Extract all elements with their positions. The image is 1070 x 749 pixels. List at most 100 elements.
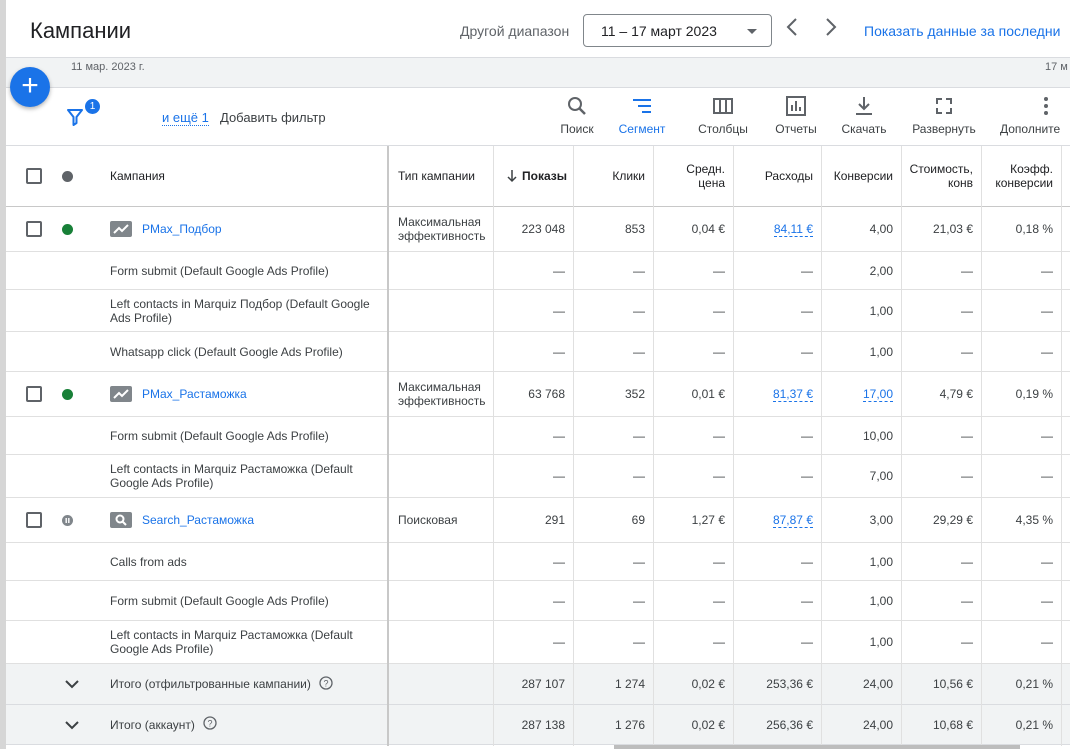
columns-tool-button[interactable]: Столбцы	[690, 96, 756, 136]
chevron-left-icon[interactable]	[777, 14, 807, 44]
expand-chevron-icon[interactable]	[64, 705, 84, 744]
conversion-action-name: Left contacts in Marquiz Подбор (Default…	[110, 290, 380, 331]
fullscreen-icon	[936, 98, 952, 114]
sort-arrow-down-icon	[507, 170, 517, 183]
reports-icon	[786, 96, 806, 116]
col-impressions[interactable]: Показы	[493, 146, 573, 206]
col-campaign[interactable]: Кампания	[110, 146, 380, 206]
total-avg: 0,02 €	[691, 677, 725, 691]
download-tool-button[interactable]: Скачать	[836, 96, 892, 136]
cell-cpc: —	[961, 344, 973, 359]
conversion-action-name: Calls from ads	[110, 543, 380, 580]
total-clicks: 1 276	[614, 717, 645, 732]
search-tool-button[interactable]: Поиск	[552, 96, 602, 136]
row-checkbox[interactable]	[26, 386, 42, 402]
horizontal-scrollbar[interactable]	[614, 745, 1020, 749]
status-column-icon	[62, 170, 73, 182]
date-range-value: 11 – 17 март 2023	[601, 23, 717, 39]
cell-rate: —	[1041, 635, 1053, 649]
timeline-end-date: 17 м	[1045, 61, 1068, 73]
cell-cost[interactable]: 87,87 €	[772, 513, 813, 528]
columns-tool-label: Столбцы	[698, 122, 748, 136]
total-conv: 24,00	[862, 677, 893, 691]
col-conversions[interactable]: Конверсии	[821, 146, 901, 206]
cell-cost: —	[801, 635, 813, 649]
expand-chevron-icon[interactable]	[64, 664, 84, 704]
campaign-name-link[interactable]: Search_Растаможка	[142, 513, 254, 527]
column-divider	[981, 146, 982, 746]
campaign-type-line2: эффективность	[398, 229, 486, 243]
campaign-type-line1: Поисковая	[398, 513, 458, 527]
cell-conv[interactable]: 17,00	[862, 387, 893, 402]
status-paused-icon[interactable]	[62, 514, 73, 526]
cell-cpc: 29,29 €	[932, 513, 973, 527]
help-icon[interactable]: ?	[203, 716, 217, 733]
campaign-name-link[interactable]: PMax_Растаможка	[142, 387, 247, 401]
column-divider	[733, 146, 734, 746]
col-cost-per-conv[interactable]: Стоимость, конв	[901, 146, 981, 206]
create-button[interactable]: +	[10, 67, 50, 107]
date-range-select[interactable]: 11 – 17 март 2023	[583, 14, 772, 47]
cell-clicks: —	[633, 469, 645, 483]
total-avg: 0,02 €	[691, 717, 725, 732]
segment-tool-label: Сегмент	[618, 122, 666, 136]
filter-icon[interactable]	[67, 108, 83, 131]
chevron-right-icon[interactable]	[816, 14, 846, 44]
status-active-icon[interactable]	[62, 388, 73, 400]
cell-avg: —	[713, 554, 725, 569]
segment-tool-button[interactable]: Сегмент	[614, 96, 670, 136]
col-avg-price[interactable]: Средн. цена	[653, 146, 733, 206]
select-all-checkbox[interactable]	[26, 168, 42, 184]
row-checkbox[interactable]	[26, 512, 42, 528]
col-type[interactable]: Тип кампании	[398, 146, 498, 206]
cell-avg: —	[713, 263, 725, 278]
reports-tool-button[interactable]: Отчеты	[766, 96, 826, 136]
conversion-action-line1: Left contacts in Marquiz Растаможка (Def…	[110, 628, 353, 642]
conversion-row: Calls from ads — — — — 1,00 — —	[6, 543, 1070, 581]
cell-impr: —	[553, 554, 565, 569]
help-icon[interactable]: ?	[319, 675, 333, 693]
conversion-action-name: Form submit (Default Google Ads Profile)	[110, 417, 380, 454]
cell-avg: 0,01 €	[691, 387, 725, 401]
cell-cost[interactable]: 81,37 €	[772, 387, 813, 402]
cell-rate: —	[1041, 263, 1053, 278]
add-filter-button[interactable]: Добавить фильтр	[220, 110, 326, 125]
page-header: Кампании Другой диапазон 11 – 17 март 20…	[6, 0, 1070, 58]
cell-impr: 291	[544, 513, 565, 527]
show-data-link[interactable]: Показать данные за последни	[864, 23, 1060, 39]
campaign-row: Search_Растаможка Поисковая 291 69 1,27 € 87,…	[6, 498, 1070, 543]
search-icon	[568, 97, 586, 115]
cell-clicks: —	[633, 593, 645, 608]
conversion-row: Left contacts in Marquiz Растаможка (Def…	[6, 455, 1070, 498]
timeline-bar: 11 мар. 2023 г. 17 м	[6, 58, 1070, 88]
cell-cpc: —	[961, 303, 973, 318]
cell-clicks: —	[633, 428, 645, 443]
row-checkbox[interactable]	[26, 221, 42, 237]
cell-clicks: 352	[624, 387, 645, 401]
conversion-action-line1: Left contacts in Marquiz Растаможка (Def…	[110, 462, 353, 476]
cell-avg: —	[713, 428, 725, 443]
col-cost[interactable]: Расходы	[733, 146, 821, 206]
expand-tool-button[interactable]: Развернуть	[906, 96, 982, 136]
col-conv-rate[interactable]: Коэфф. конверсии	[981, 146, 1061, 206]
total-conv: 24,00	[862, 717, 893, 732]
conversion-action-line1: Calls from ads	[110, 554, 187, 569]
conversion-action-name: Form submit (Default Google Ads Profile)	[110, 581, 380, 620]
table-header-row: Кампания Тип кампании Показы Клики Средн…	[6, 146, 1070, 207]
caret-down-icon	[747, 29, 757, 34]
cell-impr: 223 048	[521, 222, 565, 236]
cell-conv: 1,00	[869, 635, 893, 649]
cell-cpc: —	[961, 635, 973, 649]
cell-cost[interactable]: 84,11 €	[773, 222, 813, 237]
reports-tool-label: Отчеты	[775, 122, 817, 136]
more-tool-button[interactable]: Дополните	[1000, 96, 1070, 136]
campaign-type: Максимальная эффективность	[398, 207, 498, 251]
cell-clicks: —	[633, 344, 645, 359]
col-avg-price-line1: Средн.	[686, 162, 725, 176]
total-impr: 287 107	[521, 677, 565, 691]
cell-impr: —	[553, 344, 565, 359]
campaign-name-link[interactable]: PMax_Подбор	[142, 222, 222, 236]
more-filters-link[interactable]: и ещё 1	[162, 110, 209, 126]
status-active-icon[interactable]	[62, 223, 73, 235]
col-clicks[interactable]: Клики	[573, 146, 653, 206]
